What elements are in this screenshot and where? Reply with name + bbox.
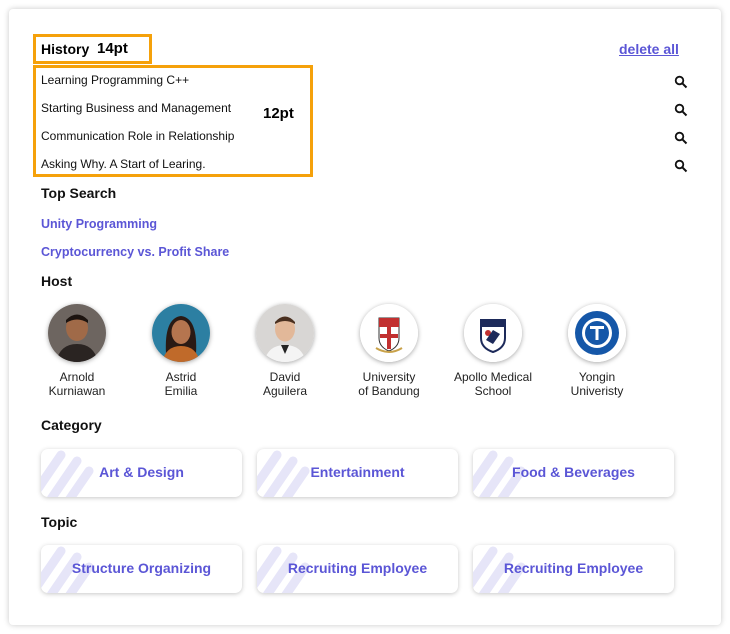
category-label: Art & Design	[99, 464, 184, 480]
top-search-link[interactable]: Unity Programming	[41, 217, 157, 231]
avatar	[360, 304, 418, 362]
top-search-link[interactable]: Cryptocurrency vs. Profit Share	[41, 245, 229, 259]
host-name-line2: Emilia	[164, 384, 198, 398]
host-name-line1: Yongin	[578, 370, 616, 384]
host-name-line2: Univeristy	[570, 384, 624, 398]
avatar	[464, 304, 522, 362]
history-item[interactable]: Communication Role in Relationship	[41, 129, 234, 143]
top-search-title: Top Search	[41, 185, 117, 201]
category-title: Category	[41, 417, 102, 433]
search-icon[interactable]	[674, 103, 688, 117]
avatar	[256, 304, 314, 362]
host-item[interactable]: Arnold Kurniawan	[25, 304, 129, 398]
host-item[interactable]: Apollo Medical School	[441, 304, 545, 398]
avatar	[48, 304, 106, 362]
host-name-line2: Aguilera	[262, 384, 308, 398]
host-name-line2: Kurniawan	[48, 384, 106, 398]
host-name-line1: University	[362, 370, 416, 384]
host-name-line1: David	[269, 370, 301, 384]
category-label: Entertainment	[310, 464, 405, 480]
host-name-line2: of Bandung	[358, 384, 420, 398]
host-name-line1: Apollo Medical	[453, 370, 533, 384]
topic-chip[interactable]: Recruiting Employee	[473, 545, 674, 593]
host-name-line1: Arnold	[59, 370, 95, 384]
history-item[interactable]: Asking Why. A Start of Learing.	[41, 157, 206, 171]
host-name-line2: School	[474, 384, 512, 398]
topic-chip[interactable]: Recruiting Employee	[257, 545, 458, 593]
search-icon[interactable]	[674, 159, 688, 173]
search-icon[interactable]	[674, 75, 688, 89]
host-item[interactable]: Yongin Univeristy	[545, 304, 649, 398]
search-icon[interactable]	[674, 131, 688, 145]
category-chip[interactable]: Food & Beverages	[473, 449, 674, 497]
topic-title: Topic	[41, 514, 78, 530]
annotation-label-12pt: 12pt	[263, 105, 294, 122]
avatar	[568, 304, 626, 362]
avatar	[152, 304, 210, 362]
history-title: History	[41, 41, 90, 57]
topic-label: Structure Organizing	[71, 560, 212, 576]
category-label: Food & Beverages	[512, 464, 635, 480]
host-item[interactable]: Astrid Emilia	[129, 304, 233, 398]
category-chip[interactable]: Art & Design	[41, 449, 242, 497]
annotation-label-14pt: 14pt	[97, 40, 128, 57]
host-title: Host	[41, 273, 73, 289]
topic-chip[interactable]: Structure Organizing	[41, 545, 242, 593]
history-item[interactable]: Learning Programming C++	[41, 73, 189, 87]
delete-all-link[interactable]: delete all	[619, 41, 679, 57]
topic-label: Recruiting Employee	[503, 560, 644, 576]
history-item[interactable]: Starting Business and Management	[41, 101, 231, 115]
host-item[interactable]: David Aguilera	[233, 304, 337, 398]
host-item[interactable]: University of Bandung	[337, 304, 441, 398]
host-name-line1: Astrid	[165, 370, 197, 384]
topic-label: Recruiting Employee	[287, 560, 428, 576]
category-chip[interactable]: Entertainment	[257, 449, 458, 497]
